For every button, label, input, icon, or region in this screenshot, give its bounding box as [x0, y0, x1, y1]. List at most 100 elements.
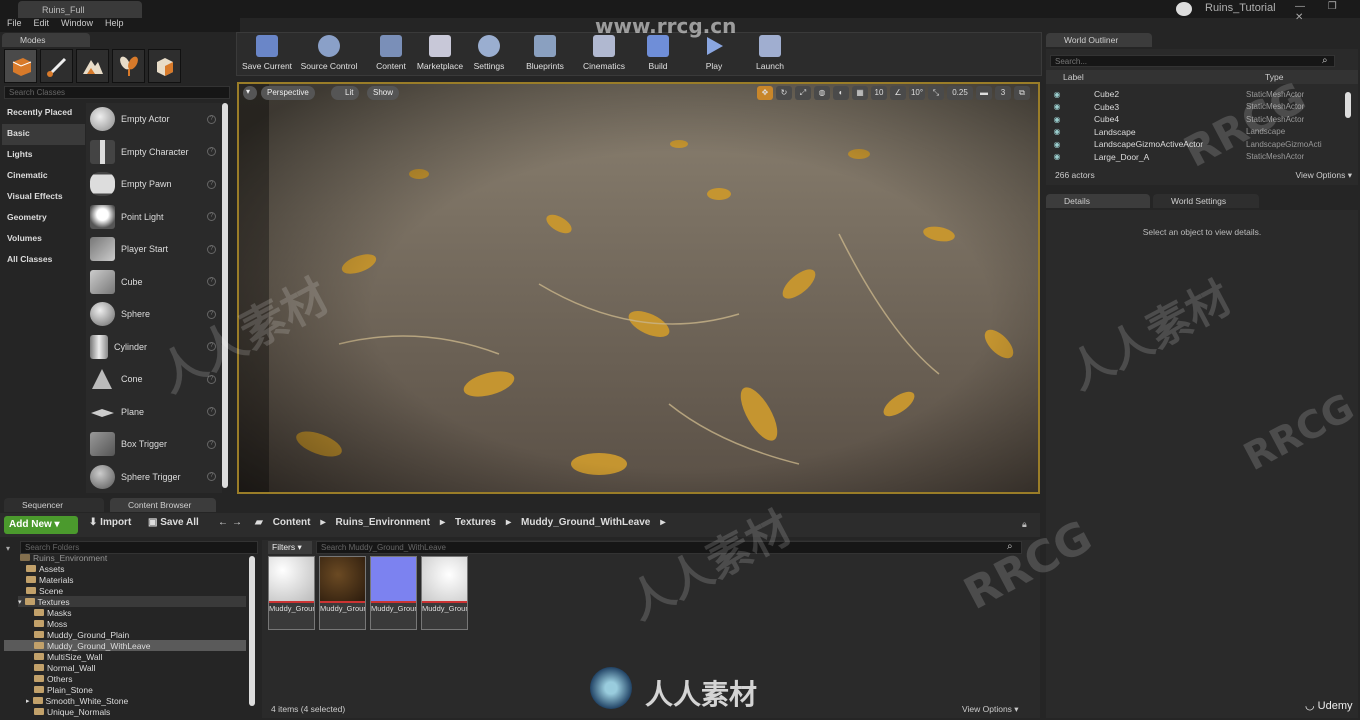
visibility-eye-icon[interactable]: ◉: [1046, 140, 1068, 149]
folder-item[interactable]: Muddy_Ground_Plain: [34, 629, 129, 640]
document-tab[interactable]: Ruins_Full: [18, 1, 142, 18]
outliner-row[interactable]: ◉ Cube3 StaticMeshActor: [1046, 101, 1346, 114]
folder-tree-toggle[interactable]: ▾: [6, 544, 10, 553]
category-cinematic[interactable]: Cinematic: [2, 166, 85, 187]
import-button[interactable]: ⬇ Import: [89, 517, 131, 528]
breadcrumb-item[interactable]: Content: [273, 517, 311, 528]
place-item-cone[interactable]: Cone?: [86, 363, 222, 396]
outliner-row[interactable]: ◉ Large_Door_A StaticMeshActor: [1046, 151, 1346, 164]
category-volumes[interactable]: Volumes: [2, 229, 85, 250]
visibility-eye-icon[interactable]: ◉: [1046, 102, 1068, 111]
folder-item[interactable]: Unique_Normals: [34, 706, 110, 717]
place-item-player-start[interactable]: Player Start?: [86, 233, 222, 266]
place-mode-icon[interactable]: [4, 49, 37, 83]
perspective-button[interactable]: Perspective: [261, 86, 315, 100]
tab-content-browser[interactable]: Content Browser: [110, 498, 216, 512]
search-icon[interactable]: ⌕: [1322, 55, 1334, 67]
place-item-empty-actor[interactable]: Empty Actor?: [86, 103, 222, 136]
asset-view-options[interactable]: View Options ▾: [962, 704, 1019, 715]
maximize-viewport-icon[interactable]: ⧉: [1014, 86, 1030, 100]
place-item-cube[interactable]: Cube?: [86, 266, 222, 299]
folder-item[interactable]: ▸ Smooth_White_Stone: [26, 695, 128, 706]
add-new-button[interactable]: Add New ▾: [4, 516, 78, 534]
place-item-box-trigger[interactable]: Box Trigger?: [86, 428, 222, 461]
folder-item[interactable]: Assets: [26, 563, 65, 574]
grid-snap-icon[interactable]: ▦: [852, 86, 868, 100]
folder-item[interactable]: Plain_Stone: [34, 684, 93, 695]
foliage-mode-icon[interactable]: [112, 49, 145, 83]
category-all-classes[interactable]: All Classes: [2, 250, 85, 271]
place-item-sphere[interactable]: Sphere?: [86, 298, 222, 331]
placeable-scrollbar[interactable]: [222, 103, 228, 488]
lit-button[interactable]: Lit: [331, 86, 360, 100]
breadcrumb-item[interactable]: Textures: [455, 517, 496, 528]
source-control-button[interactable]: Source Control: [297, 35, 361, 75]
surface-snap-icon[interactable]: ◐: [833, 86, 849, 100]
place-item-sphere-trigger[interactable]: Sphere Trigger?: [86, 461, 222, 494]
breadcrumb-item[interactable]: Ruins_Environment: [336, 517, 430, 528]
visibility-eye-icon[interactable]: ◉: [1046, 90, 1068, 99]
menu-help[interactable]: Help: [105, 18, 124, 32]
filters-button[interactable]: Filters ▾: [268, 541, 312, 554]
window-controls[interactable]: — ❐ ✕: [1295, 1, 1360, 23]
launch-button[interactable]: Launch: [751, 35, 789, 75]
rotation-snap-icon[interactable]: ∠: [890, 86, 906, 100]
folder-item[interactable]: MultiSize_Wall: [34, 651, 102, 662]
marketplace-button[interactable]: Marketplace: [415, 35, 465, 75]
rotate-tool-icon[interactable]: ↻: [776, 86, 792, 100]
visibility-eye-icon[interactable]: ◉: [1046, 115, 1068, 124]
place-item-empty-pawn[interactable]: Empty Pawn?: [86, 168, 222, 201]
folder-scrollbar[interactable]: [249, 556, 255, 706]
outliner-row[interactable]: ◉ LandscapeGizmoActiveActor LandscapeGizmo…: [1046, 138, 1346, 151]
place-item-empty-character[interactable]: Empty Character?: [86, 136, 222, 169]
place-item-plane[interactable]: Plane?: [86, 396, 222, 429]
show-button[interactable]: Show: [367, 86, 400, 100]
geometry-mode-icon[interactable]: [148, 49, 181, 83]
folder-item[interactable]: Scene: [26, 585, 63, 596]
settings-button[interactable]: Settings: [471, 35, 507, 75]
landscape-mode-icon[interactable]: [76, 49, 109, 83]
play-button[interactable]: Play: [697, 35, 731, 75]
outliner-row[interactable]: ◉ Cube4 StaticMeshActor: [1046, 113, 1346, 126]
scale-snap-value[interactable]: 0.25: [947, 86, 973, 100]
asset-tile[interactable]: Muddy_Ground_roughness: [268, 556, 315, 630]
search-icon[interactable]: ⌕: [1007, 541, 1013, 552]
scale-snap-icon[interactable]: ⤡: [928, 86, 944, 100]
visibility-eye-icon[interactable]: ◉: [1046, 152, 1068, 161]
outliner-row[interactable]: ◉ Landscape Landscape: [1046, 126, 1346, 139]
build-button[interactable]: Build: [643, 35, 673, 75]
tab-modes[interactable]: Modes: [2, 33, 90, 47]
save-all-button[interactable]: ▣ Save All: [148, 517, 199, 528]
cinematics-button[interactable]: Cinematics: [581, 35, 627, 75]
tab-world-outliner[interactable]: World Outliner: [1046, 33, 1152, 47]
camera-speed-value[interactable]: 3: [995, 86, 1011, 100]
scale-tool-icon[interactable]: ⤢: [795, 86, 811, 100]
column-type[interactable]: Type: [1265, 72, 1283, 82]
save-current-button[interactable]: Save Current: [241, 35, 293, 75]
search-assets-input[interactable]: Search Muddy_Ground_WithLeave: [316, 541, 1022, 554]
level-viewport[interactable]: ▾ Perspective Lit Show ✥ ↻ ⤢ ◍ ◐ ▦ 10 ∠ …: [237, 82, 1040, 494]
outliner-view-options[interactable]: View Options ▾: [1295, 170, 1352, 181]
back-arrow-icon[interactable]: ←: [218, 517, 228, 528]
outliner-search-input[interactable]: Search...: [1050, 55, 1335, 67]
translate-tool-icon[interactable]: ✥: [757, 86, 773, 100]
menu-file[interactable]: File: [7, 18, 22, 32]
tab-world-settings[interactable]: World Settings: [1153, 194, 1259, 208]
outliner-scrollbar[interactable]: [1345, 92, 1351, 118]
world-space-icon[interactable]: ◍: [814, 86, 830, 100]
camera-speed-icon[interactable]: ▬: [976, 86, 992, 100]
folder-item[interactable]: Others: [34, 673, 73, 684]
forward-arrow-icon[interactable]: →: [232, 517, 242, 528]
category-basic[interactable]: Basic: [2, 124, 85, 145]
rotation-snap-value[interactable]: 10°: [909, 86, 925, 100]
place-item-point-light[interactable]: Point Light?: [86, 201, 222, 234]
category-visual-effects[interactable]: Visual Effects: [2, 187, 85, 208]
lock-icon[interactable]: 🔒︎: [1022, 519, 1027, 530]
category-lights[interactable]: Lights: [2, 145, 85, 166]
paint-mode-icon[interactable]: [40, 49, 73, 83]
content-button[interactable]: Content: [373, 35, 409, 75]
menu-edit[interactable]: Edit: [34, 18, 50, 32]
viewport-menu-button[interactable]: ▾: [243, 86, 257, 100]
search-classes-input[interactable]: Search Classes: [4, 86, 230, 99]
category-recently-placed[interactable]: Recently Placed: [2, 103, 85, 124]
